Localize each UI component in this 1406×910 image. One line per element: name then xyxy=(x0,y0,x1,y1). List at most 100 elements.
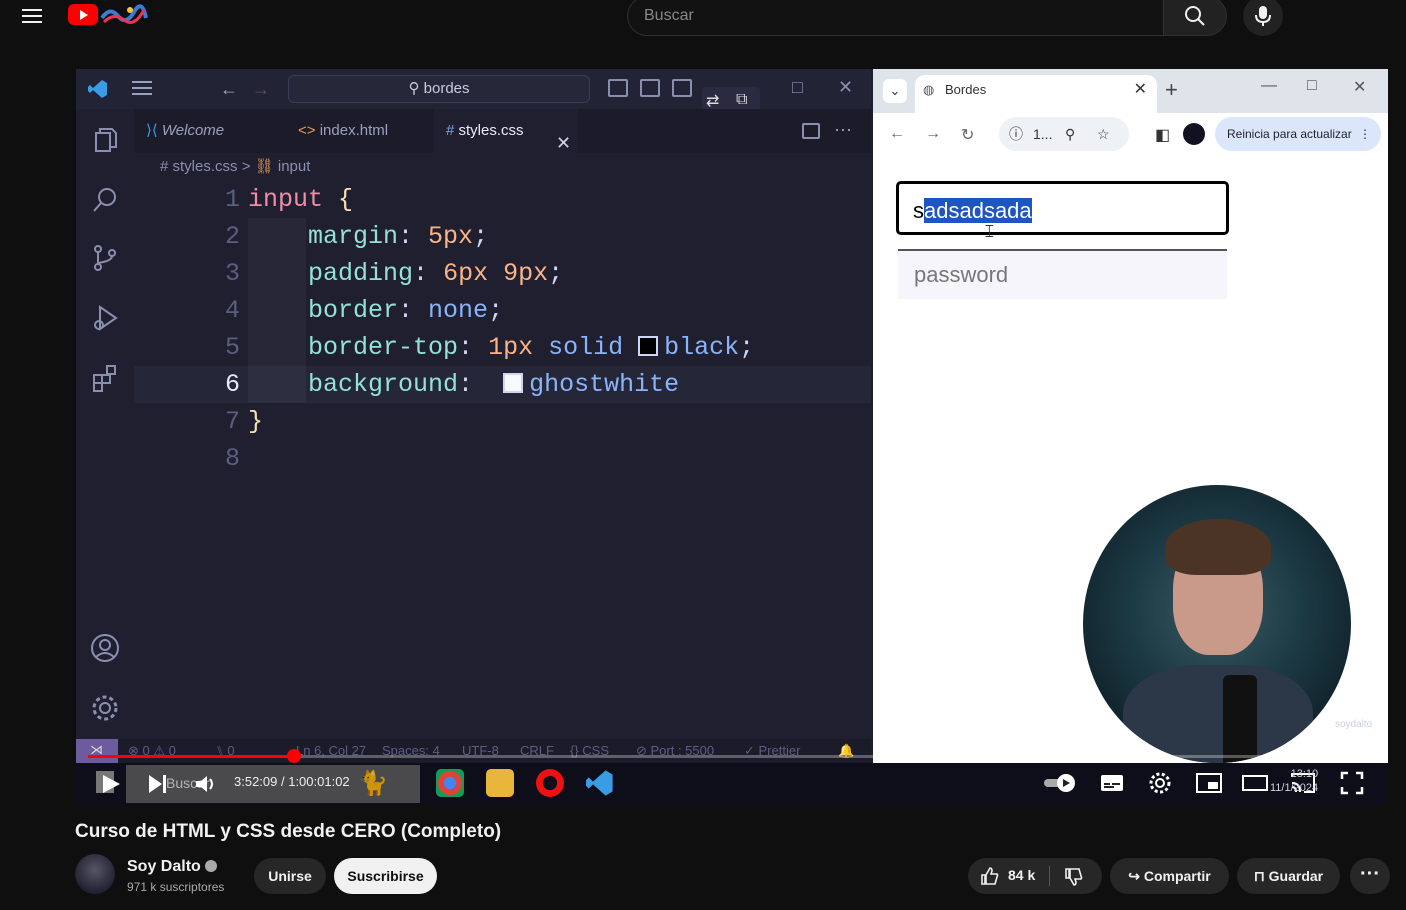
password-input[interactable] xyxy=(898,249,1227,299)
status-bar: ⋊ ⊗ 0 ⚠ 0 ⑊ 0 Ln 6, Col 27 Spaces: 4 UTF… xyxy=(76,739,871,763)
popout-window-icon[interactable]: ⧉ xyxy=(736,91,747,109)
remote-indicator[interactable]: ⋊ xyxy=(76,739,118,763)
line-number: 4 xyxy=(224,296,240,325)
side-panel-icon[interactable]: ◧ xyxy=(1155,125,1170,145)
like-dislike-group: 84 k xyxy=(968,858,1102,894)
reload-icon[interactable]: ↻ xyxy=(961,125,974,145)
color-swatch-black[interactable] xyxy=(638,336,659,356)
browser-toolbar: ← → ↻ ⓘ 1... ⚲ ☆ ◧ Reinicia para actuali… xyxy=(873,113,1388,157)
search-input[interactable] xyxy=(627,0,1164,36)
code-line: margin: 5px; xyxy=(308,222,489,251)
explorer-icon[interactable] xyxy=(90,125,120,155)
browser-window: ⌄ ◍ Bordes ✕ + — □ ✕ ← → ↻ ⓘ 1... ⚲ ☆ ◧ xyxy=(873,69,1388,763)
theater-mode-icon[interactable] xyxy=(1242,773,1268,793)
save-button[interactable]: ⊓ Guardar xyxy=(1237,858,1340,894)
subscribe-button[interactable]: Suscribirse xyxy=(334,858,437,894)
time-current: 3:52:09 xyxy=(234,774,278,789)
address-bar[interactable]: ⓘ 1... ⚲ ☆ xyxy=(999,117,1129,151)
update-button[interactable]: Reinicia para actualizar ⋮ xyxy=(1215,117,1381,151)
autoplay-toggle[interactable] xyxy=(1042,771,1078,795)
video-player[interactable]: ← → ⚲ bordes ⇄ ⧉ □ ✕ ⟩⟨ Welcome <> index… xyxy=(76,69,1388,805)
extensions-icon[interactable] xyxy=(90,363,120,393)
dislike-button[interactable] xyxy=(1050,858,1102,894)
volume-icon[interactable] xyxy=(194,773,218,795)
text-input[interactable]: sadsadsada xyxy=(896,181,1229,235)
toggle-panel-icon[interactable] xyxy=(640,79,660,97)
close-icon[interactable]: ✕ xyxy=(1134,75,1147,105)
voice-search-button[interactable] xyxy=(1243,0,1283,36)
command-center-search[interactable]: ⚲ bordes xyxy=(288,75,590,103)
star-icon[interactable]: ☆ xyxy=(1097,117,1110,151)
line-number: 7 xyxy=(224,407,240,436)
folder-icon[interactable] xyxy=(486,769,514,797)
menu-icon[interactable] xyxy=(132,81,152,97)
vscode-taskbar-icon[interactable] xyxy=(586,769,614,797)
search-button[interactable] xyxy=(1163,0,1227,36)
verified-icon xyxy=(204,860,217,872)
info-icon: ⓘ xyxy=(1009,126,1023,142)
like-button[interactable]: 84 k xyxy=(968,858,1049,894)
forward-arrow-icon[interactable]: → xyxy=(925,125,941,143)
tab-search-button[interactable]: ⌄ xyxy=(883,79,907,103)
color-swatch-ghostwhite[interactable] xyxy=(503,373,524,393)
channel-name-text: Soy Dalto xyxy=(127,858,201,875)
swap-window-icon[interactable]: ⇄ xyxy=(706,91,719,111)
progress-bar[interactable] xyxy=(88,749,1376,763)
time-total: 1:00:01:02 xyxy=(288,774,350,789)
like-count: 84 k xyxy=(1008,867,1036,883)
menu-icon[interactable] xyxy=(22,6,42,24)
back-arrow-icon[interactable]: ← xyxy=(220,79,238,100)
fullscreen-icon[interactable] xyxy=(1340,771,1364,795)
code-editor[interactable]: 1 input { 2 margin: 5px; 3 padding: 6px 9… xyxy=(134,181,871,741)
subtitles-icon[interactable] xyxy=(1100,773,1124,793)
channel-name[interactable]: Soy Dalto xyxy=(127,858,217,876)
close-icon[interactable]: ✕ xyxy=(1353,77,1366,97)
tab-index-html[interactable]: <> index.html xyxy=(286,109,430,153)
close-icon[interactable]: ✕ xyxy=(838,77,853,98)
channel-avatar[interactable] xyxy=(75,854,115,894)
tab-welcome[interactable]: ⟩⟨ Welcome xyxy=(134,109,272,153)
share-button[interactable]: ↪ Compartir xyxy=(1110,858,1229,894)
join-button[interactable]: Unirse xyxy=(254,858,326,894)
time-display: 3:52:09 / 1:00:01:02 xyxy=(234,774,350,789)
breadcrumb-symbol[interactable]: input xyxy=(278,158,311,175)
breadcrumb-file[interactable]: styles.css xyxy=(173,158,238,175)
line-number: 5 xyxy=(224,333,240,362)
youtube-logo[interactable] xyxy=(68,4,98,25)
next-icon[interactable] xyxy=(146,773,170,795)
account-icon[interactable] xyxy=(90,633,120,663)
more-horiz-icon: ··· xyxy=(1360,863,1380,885)
minimize-icon[interactable]: — xyxy=(1261,77,1277,95)
chrome-icon[interactable] xyxy=(436,769,464,797)
tab-styles-css[interactable]: # styles.css ✕ xyxy=(434,109,578,153)
split-editor-icon[interactable] xyxy=(802,123,820,139)
browser-tab[interactable]: ◍ Bordes ✕ xyxy=(915,75,1157,113)
run-debug-icon[interactable] xyxy=(90,303,120,333)
new-tab-icon[interactable]: + xyxy=(1165,77,1178,103)
toggle-sidebar-icon[interactable] xyxy=(608,79,628,97)
source-control-icon[interactable] xyxy=(90,243,120,273)
progress-scrubber[interactable] xyxy=(287,749,302,763)
play-icon[interactable] xyxy=(100,773,122,795)
back-arrow-icon[interactable]: ← xyxy=(889,125,905,143)
input-selected-text: adsadsada xyxy=(924,198,1032,223)
miniplayer-icon[interactable] xyxy=(1196,773,1222,793)
vscode-logo-icon xyxy=(88,80,107,98)
share-icon: ↪ xyxy=(1128,868,1140,884)
toggle-secondary-sidebar-icon[interactable] xyxy=(672,79,692,97)
close-icon[interactable]: ✕ xyxy=(556,121,571,165)
forward-arrow-icon[interactable]: → xyxy=(252,79,270,100)
zoom-icon[interactable]: ⚲ xyxy=(1065,117,1075,151)
gear-icon[interactable] xyxy=(90,693,120,723)
maximize-icon[interactable]: □ xyxy=(792,77,803,98)
opera-icon[interactable] xyxy=(536,769,564,797)
profile-avatar[interactable] xyxy=(1183,123,1205,145)
maximize-icon[interactable]: □ xyxy=(1307,77,1317,95)
search-icon[interactable] xyxy=(90,185,120,215)
more-actions-button[interactable]: ··· xyxy=(1350,858,1390,894)
gear-icon[interactable] xyxy=(1148,771,1172,795)
editor-tabs: ⟩⟨ Welcome <> index.html # styles.css ✕ … xyxy=(134,109,871,153)
doodle-logo[interactable] xyxy=(100,4,148,26)
more-actions-icon[interactable]: ··· xyxy=(834,119,852,140)
line-number: 6 xyxy=(224,370,240,399)
